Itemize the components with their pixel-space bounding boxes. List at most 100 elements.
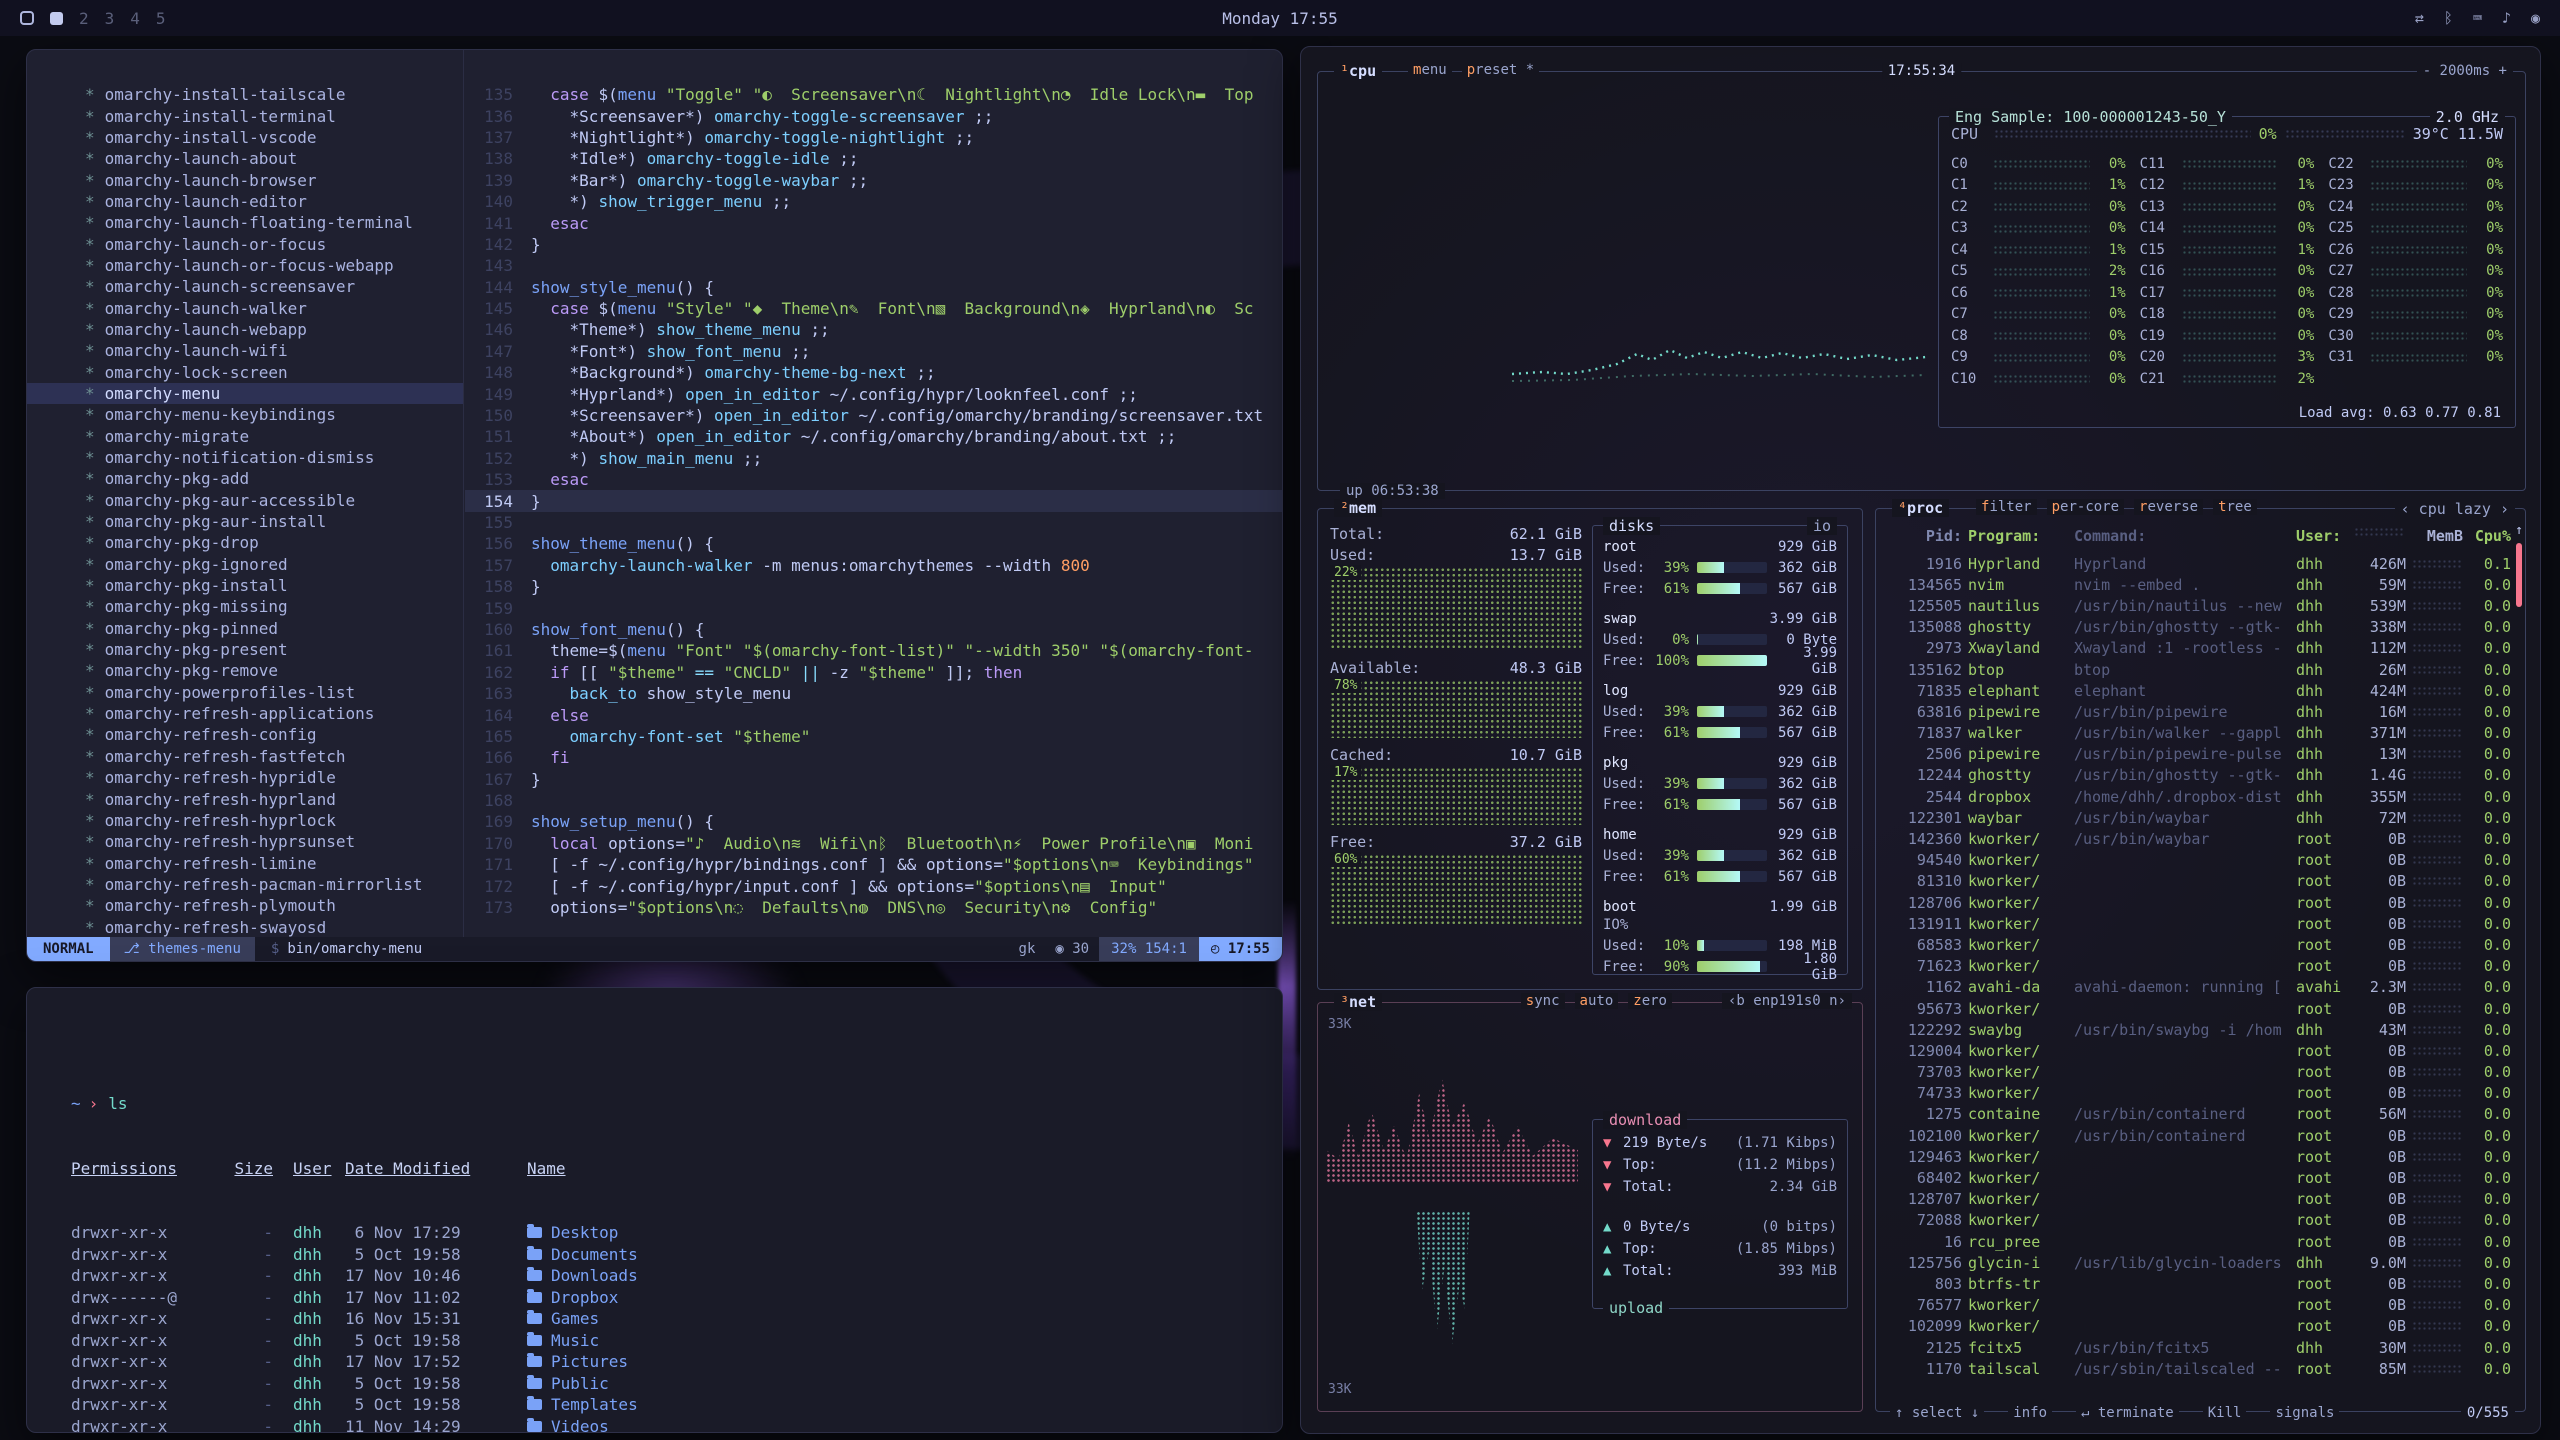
proc-button-tree[interactable]: tree: [2213, 499, 2257, 515]
proc-hint-signals[interactable]: signals: [2270, 1405, 2339, 1421]
process-row[interactable]: 129004kworker/root0B0.0: [1888, 1040, 2511, 1061]
file-item[interactable]: *omarchy-pkg-ignored: [27, 554, 463, 575]
file-item[interactable]: *omarchy-migrate: [27, 426, 463, 447]
code-line[interactable]: 137 *Nightlight*) omarchy-toggle-nightli…: [465, 127, 1282, 148]
code-line[interactable]: 139 *Bar*) omarchy-toggle-waybar ;;: [465, 170, 1282, 191]
process-row[interactable]: 102099kworker/root0B0.0: [1888, 1316, 2511, 1337]
file-item[interactable]: *omarchy-launch-floating-terminal: [27, 212, 463, 233]
file-item[interactable]: *omarchy-launch-wifi: [27, 340, 463, 361]
code-line[interactable]: 140 *) show_trigger_menu ;;: [465, 191, 1282, 212]
file-explorer-pane[interactable]: *omarchy-install-tailscale*omarchy-insta…: [27, 50, 464, 937]
file-item[interactable]: *omarchy-refresh-pacman-mirrorlist: [27, 874, 463, 895]
proc-header-MemB[interactable]: MemB: [2411, 527, 2463, 545]
code-line[interactable]: 144show_style_menu() {: [465, 277, 1282, 298]
file-item[interactable]: *omarchy-refresh-hyprsunset: [27, 831, 463, 852]
file-item[interactable]: *omarchy-refresh-swayosd: [27, 916, 463, 937]
file-item[interactable]: *omarchy-menu: [27, 383, 463, 404]
file-item[interactable]: *omarchy-launch-or-focus-webapp: [27, 255, 463, 276]
process-row[interactable]: 142360kworker//usr/bin/waybarroot0B0.0: [1888, 828, 2511, 849]
file-item[interactable]: *omarchy-launch-webapp: [27, 319, 463, 340]
process-row[interactable]: 128707kworker/root0B0.0: [1888, 1189, 2511, 1210]
process-scrollbar-thumb[interactable]: [2516, 543, 2522, 607]
file-item[interactable]: *omarchy-pkg-install: [27, 575, 463, 596]
terminal-window[interactable]: ~›ls PermissionsSizeUserDate ModifiedNam…: [26, 987, 1283, 1433]
proc-hint--select-[interactable]: ↑ select ↓: [1890, 1405, 1984, 1421]
proc-hint-Kill[interactable]: Kill: [2203, 1405, 2247, 1421]
code-line[interactable]: 149 *Hyprland*) open_in_editor ~/.config…: [465, 383, 1282, 404]
process-row[interactable]: 1162avahi-daavahi-daemon: running [avahi…: [1888, 977, 2511, 998]
process-row[interactable]: 122301waybar/usr/bin/waybardhh72M0.0: [1888, 807, 2511, 828]
code-line[interactable]: 151 *About*) open_in_editor ~/.config/om…: [465, 426, 1282, 447]
file-item[interactable]: *omarchy-pkg-drop: [27, 532, 463, 553]
cpu-button-preset[interactable]: preset *: [1462, 62, 1539, 78]
disks-title[interactable]: disks: [1603, 517, 1660, 535]
process-row[interactable]: 129463kworker/root0B0.0: [1888, 1146, 2511, 1167]
file-item[interactable]: *omarchy-refresh-config: [27, 724, 463, 745]
file-item[interactable]: *omarchy-refresh-hyprland: [27, 788, 463, 809]
process-row[interactable]: 1275containe/usr/bin/containerdroot56M0.…: [1888, 1104, 2511, 1125]
code-line[interactable]: 148 *Background*) omarchy-theme-bg-next …: [465, 362, 1282, 383]
process-row[interactable]: 131911kworker/root0B0.0: [1888, 913, 2511, 934]
process-row[interactable]: 68583kworker/root0B0.0: [1888, 934, 2511, 955]
file-item[interactable]: *omarchy-install-terminal: [27, 105, 463, 126]
file-item[interactable]: *omarchy-launch-screensaver: [27, 276, 463, 297]
cpu-button-menu[interactable]: menu: [1408, 62, 1452, 78]
process-row[interactable]: 73703kworker/root0B0.0: [1888, 1062, 2511, 1083]
process-row[interactable]: 125505nautilus/usr/bin/nautilus --newdhh…: [1888, 595, 2511, 616]
code-line[interactable]: 146 *Theme*) show_theme_menu ;;: [465, 319, 1282, 340]
file-item[interactable]: *omarchy-launch-about: [27, 148, 463, 169]
file-item[interactable]: *omarchy-refresh-hyprlock: [27, 810, 463, 831]
file-item[interactable]: *omarchy-pkg-missing: [27, 596, 463, 617]
code-line[interactable]: 172 [ -f ~/.config/hypr/input.conf ] && …: [465, 875, 1282, 896]
code-pane[interactable]: 135 case $(menu "Toggle" "◐ Screensaver\…: [465, 50, 1282, 937]
io-title[interactable]: io: [1807, 517, 1837, 535]
scroll-up-icon[interactable]: ↑: [2515, 523, 2523, 538]
code-line[interactable]: 145 case $(menu "Style" "◆ Theme\n✎ Font…: [465, 298, 1282, 319]
code-line[interactable]: 155: [465, 512, 1282, 533]
process-row[interactable]: 12244ghostty/usr/bin/ghostty --gtk-dhh1.…: [1888, 765, 2511, 786]
process-row[interactable]: 2506pipewire/usr/bin/pipewire-pulsedhh13…: [1888, 744, 2511, 765]
file-item[interactable]: *omarchy-launch-browser: [27, 169, 463, 190]
process-row[interactable]: 81310kworker/root0B0.0: [1888, 871, 2511, 892]
proc-hint-info[interactable]: info: [2008, 1405, 2052, 1421]
code-line[interactable]: 173 options="$options\n◌ Defaults\n◍ DNS…: [465, 897, 1282, 918]
file-item[interactable]: *omarchy-launch-or-focus: [27, 233, 463, 254]
file-item[interactable]: *omarchy-launch-editor: [27, 191, 463, 212]
code-line[interactable]: 158}: [465, 576, 1282, 597]
file-item[interactable]: *omarchy-refresh-plymouth: [27, 895, 463, 916]
process-row[interactable]: 71837walker/usr/bin/walker --gappldhh371…: [1888, 723, 2511, 744]
process-row[interactable]: 128706kworker/root0B0.0: [1888, 892, 2511, 913]
code-line[interactable]: 156show_theme_menu() {: [465, 533, 1282, 554]
process-row[interactable]: 1170tailscal/usr/sbin/tailscaled --root8…: [1888, 1358, 2511, 1379]
file-item[interactable]: *omarchy-refresh-hypridle: [27, 767, 463, 788]
process-row[interactable]: 2973XwaylandXwayland :1 -rootless -dhh11…: [1888, 638, 2511, 659]
proc-header-User[interactable]: User:: [2296, 527, 2348, 545]
code-line[interactable]: 159: [465, 597, 1282, 618]
proc-header-Program[interactable]: Program:: [1968, 527, 2068, 545]
proc-button-reverse[interactable]: reverse: [2134, 499, 2203, 515]
file-item[interactable]: *omarchy-install-vscode: [27, 127, 463, 148]
proc-button-per-core[interactable]: per-core: [2047, 499, 2124, 515]
proc-button-filter[interactable]: filter: [1976, 499, 2037, 515]
process-row[interactable]: 2125fcitx5/usr/bin/fcitx5dhh30M0.0: [1888, 1337, 2511, 1358]
file-item[interactable]: *omarchy-notification-dismiss: [27, 447, 463, 468]
process-row[interactable]: 135162btopbtopdhh26M0.0: [1888, 659, 2511, 680]
code-line[interactable]: 135 case $(menu "Toggle" "◐ Screensaver\…: [465, 84, 1282, 105]
code-line[interactable]: 154}: [465, 490, 1282, 511]
file-item[interactable]: *omarchy-refresh-limine: [27, 852, 463, 873]
process-row[interactable]: 135088ghostty/usr/bin/ghostty --gtk-dhh3…: [1888, 617, 2511, 638]
refresh-interval-control[interactable]: - 2000ms +: [2417, 63, 2513, 79]
code-line[interactable]: 165 omarchy-font-set "$theme": [465, 726, 1282, 747]
code-line[interactable]: 160show_font_menu() {: [465, 619, 1282, 640]
file-item[interactable]: *omarchy-refresh-applications: [27, 703, 463, 724]
code-line[interactable]: 171 [ -f ~/.config/hypr/bindings.conf ] …: [465, 854, 1282, 875]
code-line[interactable]: 153 esac: [465, 469, 1282, 490]
code-line[interactable]: 138 *Idle*) omarchy-toggle-idle ;;: [465, 148, 1282, 169]
net-button-zero[interactable]: zero: [1628, 993, 1672, 1009]
process-row[interactable]: 2544dropbox/home/dhh/.dropbox-distdhh355…: [1888, 786, 2511, 807]
code-line[interactable]: 167}: [465, 769, 1282, 790]
process-row[interactable]: 71623kworker/root0B0.0: [1888, 956, 2511, 977]
process-row[interactable]: 125756glycin-i/usr/lib/glycin-loadersdhh…: [1888, 1252, 2511, 1273]
file-item[interactable]: *omarchy-pkg-add: [27, 468, 463, 489]
code-line[interactable]: 170 local options="♪ Audio\n≋ Wifi\nᛒ Bl…: [465, 833, 1282, 854]
